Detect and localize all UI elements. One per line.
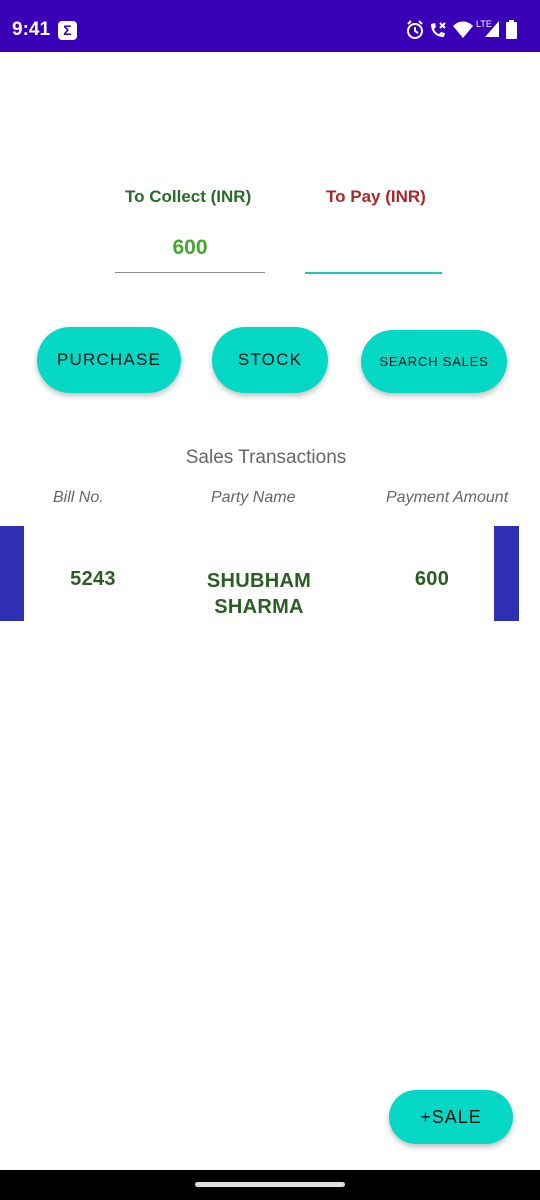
row-payment-amount: 600 xyxy=(414,568,450,590)
to-collect-label: To Collect (INR) xyxy=(125,187,252,206)
navigation-bar xyxy=(0,1170,540,1200)
row-party-name: SHUBHAM SHARMA xyxy=(206,570,312,618)
column-header-party-name: Party Name xyxy=(211,489,296,506)
to-pay-label: To Pay (INR) xyxy=(326,187,426,206)
search-sales-button[interactable]: SEARCH SALES xyxy=(361,330,507,393)
sales-transactions-title: Sales Transactions xyxy=(185,447,347,468)
add-sale-button[interactable]: +SALE xyxy=(389,1090,513,1144)
alarm-icon xyxy=(407,20,423,39)
home-gesture-handle[interactable] xyxy=(195,1182,345,1187)
signal-icon xyxy=(485,21,499,37)
wifi-icon xyxy=(453,21,473,38)
battery-icon xyxy=(506,20,517,39)
to-collect-field[interactable]: 600 xyxy=(115,236,265,273)
stock-button[interactable]: STOCK xyxy=(212,327,328,393)
status-icons: LTE xyxy=(406,19,526,42)
to-pay-field[interactable] xyxy=(305,236,442,274)
column-header-bill-no: Bill No. xyxy=(53,489,104,506)
row-marker-right xyxy=(494,526,519,621)
purchase-button[interactable]: PURCHASE xyxy=(37,327,181,393)
sigma-icon: Σ xyxy=(58,21,77,40)
row-marker-left xyxy=(0,526,24,621)
status-time: 9:41 xyxy=(12,19,51,40)
status-bar: 9:41 Σ LTE xyxy=(0,0,540,52)
column-header-payment-amount: Payment Amount xyxy=(386,489,509,506)
wifi-call-icon xyxy=(431,22,446,37)
row-bill-no: 5243 xyxy=(70,568,116,590)
